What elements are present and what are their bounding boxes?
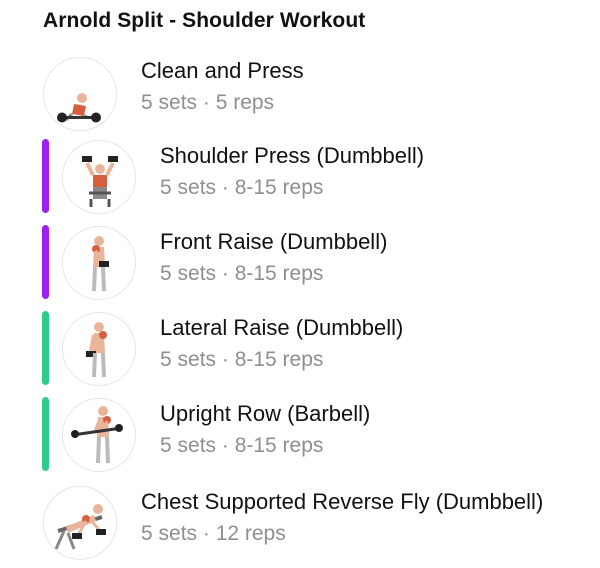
superset-bar-purple — [42, 225, 49, 299]
exercise-row-upright-row[interactable]: Upright Row (Barbell) 5 sets · 8-15 reps — [0, 397, 600, 472]
upright-row-icon — [62, 398, 136, 472]
exercise-sets-reps: 5 sets · 8-15 reps — [160, 348, 324, 371]
superset-bar-green — [42, 311, 49, 385]
exercise-sets-reps: 5 sets · 8-15 reps — [160, 434, 324, 457]
exercise-row-front-raise[interactable]: Front Raise (Dumbbell) 5 sets · 8-15 rep… — [0, 225, 600, 300]
clean-and-press-icon — [43, 57, 117, 131]
exercise-name: Upright Row (Barbell) — [160, 401, 371, 426]
exercise-sets-reps: 5 sets · 8-15 reps — [160, 262, 324, 285]
exercise-name: Lateral Raise (Dumbbell) — [160, 315, 404, 340]
exercise-row-lateral-raise[interactable]: Lateral Raise (Dumbbell) 5 sets · 8-15 r… — [0, 311, 600, 386]
exercise-name: Chest Supported Reverse Fly (Dumbbell) — [141, 489, 544, 514]
front-raise-icon — [62, 226, 136, 300]
exercise-name: Clean and Press — [141, 58, 304, 83]
exercise-name: Shoulder Press (Dumbbell) — [160, 143, 425, 168]
exercise-row-clean-and-press[interactable]: Clean and Press 5 sets · 5 reps — [0, 56, 600, 131]
reverse-fly-icon — [43, 486, 117, 560]
exercise-name: Front Raise (Dumbbell) — [160, 229, 388, 254]
lateral-raise-icon — [62, 312, 136, 386]
superset-bar-purple — [42, 139, 49, 213]
exercise-sets-reps: 5 sets · 12 reps — [141, 522, 286, 545]
shoulder-press-icon — [62, 140, 136, 214]
exercise-sets-reps: 5 sets · 8-15 reps — [160, 176, 324, 199]
exercise-row-shoulder-press[interactable]: Shoulder Press (Dumbbell) 5 sets · 8-15 … — [0, 139, 600, 214]
workout-title: Arnold Split - Shoulder Workout — [43, 9, 366, 32]
superset-bar-green — [42, 397, 49, 471]
exercise-sets-reps: 5 sets · 5 reps — [141, 91, 275, 114]
workout-screen: Arnold Split - Shoulder Workout Clean an… — [0, 0, 600, 568]
exercise-row-reverse-fly[interactable]: Chest Supported Reverse Fly (Dumbbell) 5… — [0, 485, 600, 560]
